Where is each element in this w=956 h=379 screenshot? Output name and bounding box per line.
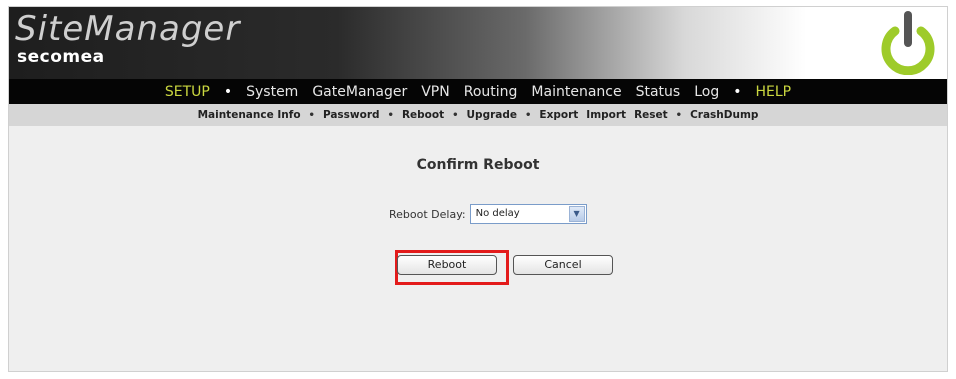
subnav-reboot[interactable]: Reboot xyxy=(402,109,444,121)
nav-separator: • xyxy=(223,83,233,100)
subnav-separator: • xyxy=(387,109,394,121)
power-icon[interactable] xyxy=(879,9,937,75)
reboot-delay-label: Reboot Delay: xyxy=(389,207,466,221)
subnav-import[interactable]: Import xyxy=(586,109,626,121)
reboot-button[interactable]: Reboot xyxy=(397,255,497,275)
reboot-delay-row: Reboot Delay: No delay ▼ xyxy=(389,204,587,224)
nav-separator: • xyxy=(733,83,742,100)
subnav-password[interactable]: Password xyxy=(323,109,380,121)
subnav-reset[interactable]: Reset xyxy=(634,109,668,121)
cancel-button[interactable]: Cancel xyxy=(513,255,613,275)
subnav-separator: • xyxy=(675,109,683,121)
app-logo-subtitle: secomea xyxy=(17,47,105,67)
nav-help[interactable]: HELP xyxy=(756,84,792,100)
subnav-maintenance-info[interactable]: Maintenance Info xyxy=(198,109,301,121)
subnav-separator: • xyxy=(525,109,532,121)
nav-log[interactable]: Log xyxy=(694,84,719,100)
page-title: Confirm Reboot xyxy=(416,157,540,173)
app-logo-title: SiteManager xyxy=(15,9,241,49)
subnav-upgrade[interactable]: Upgrade xyxy=(467,109,517,121)
reboot-delay-value: No delay xyxy=(475,208,520,219)
nav-status[interactable]: Status xyxy=(636,84,681,100)
subnav-export[interactable]: Export xyxy=(539,109,578,121)
nav-gatemanager[interactable]: GateManager xyxy=(312,84,407,100)
subnav-crashdump[interactable]: CrashDump xyxy=(690,109,758,121)
subnav-separator: • xyxy=(308,109,315,121)
nav-vpn[interactable]: VPN xyxy=(421,84,450,100)
header-banner: SiteManager secomea xyxy=(9,7,947,79)
main-nav: SETUP • System GateManager VPN Routing M… xyxy=(9,79,947,104)
chevron-down-icon[interactable]: ▼ xyxy=(568,206,585,222)
reboot-delay-select[interactable]: No delay ▼ xyxy=(469,204,587,224)
nav-maintenance[interactable]: Maintenance xyxy=(531,84,621,100)
subnav-separator: • xyxy=(452,109,459,121)
nav-system[interactable]: System xyxy=(246,84,298,100)
nav-routing[interactable]: Routing xyxy=(464,84,518,100)
sub-nav: Maintenance Info • Password • Reboot • U… xyxy=(9,104,947,126)
nav-setup[interactable]: SETUP xyxy=(165,84,210,100)
page-frame: SiteManager secomea SETUP • System GateM… xyxy=(8,6,948,372)
